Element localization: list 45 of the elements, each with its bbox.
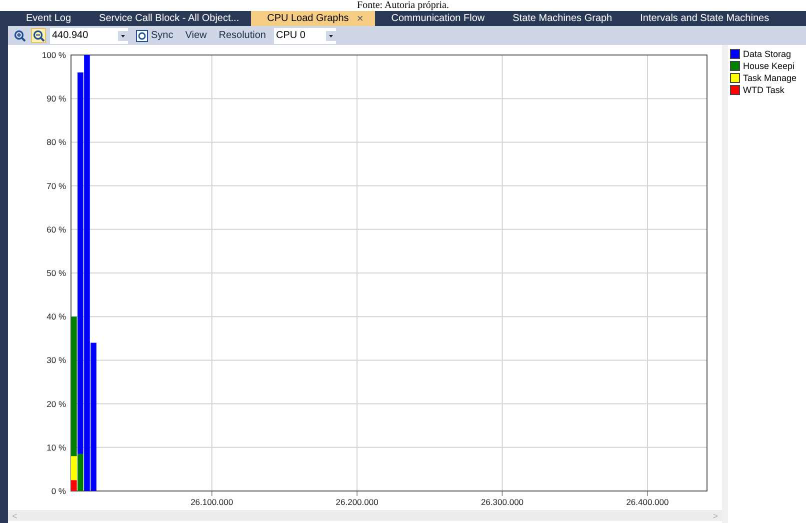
tab[interactable]: Intervals and State Machines bbox=[624, 11, 782, 26]
tab-label: CPU Load Graphs bbox=[267, 13, 349, 24]
resolution-menu[interactable]: Resolution bbox=[214, 30, 270, 41]
y-tick-label: 50 % bbox=[46, 268, 66, 278]
tab[interactable]: State Machines Graph bbox=[496, 11, 624, 26]
tab-label: Intervals and State Machines bbox=[640, 13, 770, 24]
dropdown-caret-icon[interactable] bbox=[326, 30, 336, 40]
y-tick-label: 0 % bbox=[51, 486, 66, 496]
y-tick-label: 10 % bbox=[46, 442, 66, 452]
zoom-in-icon bbox=[14, 30, 26, 42]
y-tick-label: 70 % bbox=[46, 180, 66, 191]
zoom-in-button[interactable] bbox=[12, 28, 27, 43]
close-icon[interactable]: × bbox=[356, 12, 364, 24]
y-tick-label: 20 % bbox=[46, 398, 66, 409]
sync-button[interactable]: Sync bbox=[132, 30, 178, 42]
tab[interactable]: Service Call Block - All Object... bbox=[83, 11, 252, 26]
y-tick-label: 90 % bbox=[46, 94, 66, 104]
legend-label: House Keepi bbox=[743, 61, 795, 71]
legend-label: Task Manage bbox=[743, 73, 797, 83]
x-tick-label: 26.100.000 bbox=[190, 497, 234, 507]
tab-label: State Machines Graph bbox=[512, 13, 612, 24]
tab[interactable]: CPU Load Graphs × bbox=[251, 11, 376, 26]
tab[interactable]: Event Log bbox=[10, 11, 84, 26]
legend-label: WTD Task bbox=[743, 85, 784, 95]
x-tick-label: 26.300.000 bbox=[480, 497, 524, 507]
y-tick-label: 80 % bbox=[46, 137, 66, 148]
zoom-out-button[interactable] bbox=[31, 28, 46, 43]
view-menu[interactable]: View bbox=[181, 30, 211, 41]
tab-label: Service Call Block - All Object... bbox=[99, 13, 240, 24]
cpu-select[interactable]: CPU 0 bbox=[274, 28, 336, 44]
tab-label: Event Log bbox=[26, 13, 72, 24]
zoom-out-icon bbox=[32, 30, 44, 42]
x-tick-label: 26.400.000 bbox=[626, 497, 669, 507]
y-tick-label: 40 % bbox=[46, 312, 66, 322]
y-tick-label: 30 % bbox=[46, 355, 66, 366]
tab-label: Communication Flow bbox=[391, 13, 485, 24]
dropdown-caret-icon[interactable] bbox=[118, 30, 128, 40]
sync-icon bbox=[136, 30, 148, 42]
tab[interactable]: Communication Flow bbox=[375, 11, 497, 26]
y-tick-label: 100 % bbox=[42, 50, 66, 60]
legend-label: Data Storag bbox=[743, 49, 792, 59]
zoom-field[interactable]: 440.940 bbox=[50, 28, 128, 44]
x-tick-label: 26.200.000 bbox=[336, 497, 378, 507]
figure-caption: Fonte: Autoria própria. bbox=[357, 0, 449, 11]
y-tick-label: 60 % bbox=[46, 224, 66, 234]
